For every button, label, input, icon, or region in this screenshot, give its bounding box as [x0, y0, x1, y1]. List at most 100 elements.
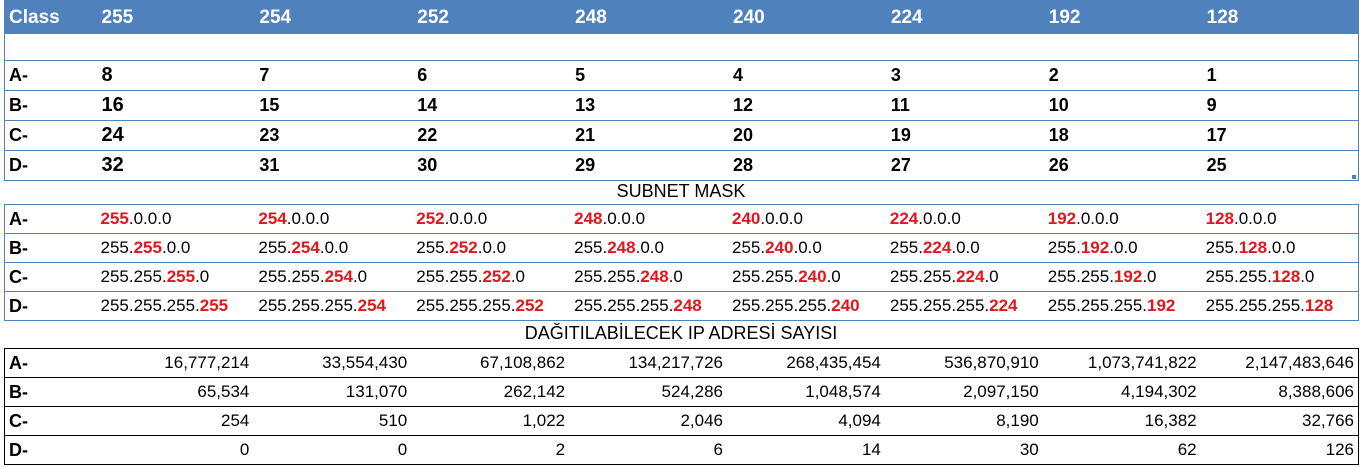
mask-suffix: .0	[984, 267, 999, 286]
mask-prefix: 255.255.	[258, 267, 325, 286]
mask-suffix: .0.0.0	[444, 209, 488, 228]
mask-highlight: 128	[1238, 238, 1268, 257]
blank-cell	[884, 34, 1043, 61]
blank-row	[4, 34, 1359, 61]
mask-cell: 252.0.0.0	[411, 204, 570, 234]
ip-count-cell: 1,073,741,822	[1087, 353, 1197, 372]
mask-highlight: 224	[956, 267, 985, 286]
blank-cell	[95, 34, 254, 61]
prefix-cell: 21	[569, 120, 727, 151]
mask-cell: 255.128.0.0	[1200, 233, 1359, 263]
ip-count-cell: 254	[95, 406, 254, 436]
prefix-cell: 28	[733, 155, 754, 175]
mask-suffix: .0.0	[161, 238, 191, 257]
ip-count-cell: 14	[727, 435, 885, 465]
ip-count-cell: 2,097,150	[884, 377, 1043, 407]
mask-cell: 192.0.0.0	[1042, 204, 1201, 234]
mask-header-cell: 252	[411, 0, 570, 34]
mask-header-cell: 240	[727, 0, 885, 34]
ip-count-cell: 16,777,214	[164, 353, 250, 372]
mask-highlight: 128	[1205, 209, 1234, 228]
table-row: C- 255.255.255.0 255.255.254.0 255.255.252.…	[4, 262, 1359, 292]
mask-highlight: 128	[1304, 296, 1334, 315]
mask-suffix: .0.0	[951, 238, 980, 257]
mask-suffix: .0	[352, 267, 368, 286]
mask-cell: 255.255.252.0	[411, 262, 570, 292]
ip-count-cell: 524,286	[569, 377, 727, 407]
prefix-cell: 10	[1042, 90, 1201, 121]
mask-highlight: 252	[449, 238, 478, 257]
ip-count-cell: 1,048,574	[727, 377, 885, 407]
ip-count-cell: 32,766	[1200, 406, 1359, 436]
row-label: B-	[4, 233, 96, 263]
mask-header-cell: 255	[95, 0, 254, 34]
mask-prefix: 255.255.	[1205, 267, 1272, 286]
mask-cell: 255.255.255.192	[1043, 292, 1201, 321]
mask-cell: 255.224.0.0	[884, 233, 1043, 263]
table-row: A- 255.0.0.0 254.0.0.0 252.0.0.0 248.0.0.0 24…	[4, 204, 1359, 234]
mask-cell: 255.0.0.0	[95, 204, 254, 234]
prefix-cell: 29	[575, 155, 596, 175]
table-row: D- 32 31 30 29 28 27 26 25	[5, 151, 1359, 181]
table-row: A- 8 7 6 5 4 3 2 1	[4, 60, 1359, 91]
mask-cell: 255.192.0.0	[1042, 233, 1201, 263]
table-row: B- 255.255.0.0 255.254.0.0 255.252.0.0 255.2…	[4, 233, 1359, 263]
mask-cell: 255.255.254.0	[253, 262, 412, 292]
mask-cell: 255.255.128.0	[1200, 262, 1359, 292]
header-row: Class 255 254 252 248 240 224 192 128	[4, 0, 1359, 34]
mask-highlight: 240	[732, 209, 761, 228]
ip-count-cell: 126	[1200, 435, 1359, 465]
prefix-cell: 12	[727, 90, 885, 121]
prefix-cell: 8	[95, 60, 254, 91]
ip-count-cell: 131,070	[253, 377, 412, 407]
mask-highlight: 248	[640, 267, 669, 286]
mask-cell: 255.255.255.128	[1201, 292, 1359, 321]
ip-count-cell: 262,142	[411, 377, 570, 407]
subnet-mask-table: A- 255.0.0.0 254.0.0.0 252.0.0.0 248.0.0.0 24…	[4, 204, 1359, 321]
blank-cell	[727, 34, 885, 61]
mask-prefix: 255.	[258, 238, 292, 257]
mask-prefix: 255.255.	[1047, 267, 1114, 286]
mask-cell: 240.0.0.0	[727, 204, 885, 234]
mask-prefix: 255.	[1047, 238, 1081, 257]
mask-suffix: .0.0.0	[286, 209, 330, 228]
prefix-cell: 27	[890, 155, 911, 175]
row-label: A-	[4, 60, 96, 91]
ip-count-cell: 134,217,726	[628, 353, 723, 372]
prefix-cell: 16	[95, 90, 254, 121]
ip-count-cell: 6	[569, 435, 727, 465]
mask-highlight: 255	[199, 296, 229, 315]
mask-prefix: 255.255.	[732, 267, 799, 286]
mask-cell: 255.248.0.0	[569, 233, 727, 263]
mask-highlight: 252	[416, 209, 445, 228]
prefix-cell: 18	[1042, 120, 1201, 151]
mask-prefix: 255.	[574, 238, 608, 257]
prefix-cell: 2	[1042, 60, 1201, 91]
ip-count-cell: 8,388,606	[1200, 377, 1359, 407]
mask-cell: 255.255.255.254	[253, 292, 411, 321]
mask-prefix: 255.255.255.	[574, 296, 674, 315]
mask-highlight: 255	[100, 209, 129, 228]
mask-cell: 255.254.0.0	[253, 233, 412, 263]
mask-prefix: 255.255.	[574, 267, 641, 286]
mask-prefix: 255.255.255.	[1047, 296, 1148, 315]
mask-suffix: .0	[668, 267, 683, 286]
mask-highlight: 255	[166, 267, 196, 286]
mask-cell: 255.240.0.0	[727, 233, 885, 263]
row-label: D-	[9, 155, 28, 175]
mask-highlight: 254	[324, 267, 353, 286]
mask-cell: 255.255.255.240	[727, 292, 885, 321]
mask-suffix: .0.0	[1109, 238, 1138, 257]
cidr-prefix-table: Class 255 254 252 248 240 224 192 128 A-…	[4, 0, 1359, 181]
mask-header-cell: 128	[1200, 0, 1359, 34]
mask-header-cell: 224	[884, 0, 1043, 34]
class-header-cell: Class	[4, 0, 96, 34]
prefix-cell: 4	[727, 60, 885, 91]
prefix-cell: 30	[417, 155, 438, 175]
ip-count-cell: 65,534	[95, 377, 254, 407]
mask-highlight: 254	[258, 209, 287, 228]
table-row: D- 255.255.255.255 255.255.255.254 255.255.…	[5, 292, 1359, 321]
mask-header-cell: 192	[1042, 0, 1201, 34]
prefix-cell: 23	[253, 120, 412, 151]
mask-cell: 248.0.0.0	[569, 204, 727, 234]
